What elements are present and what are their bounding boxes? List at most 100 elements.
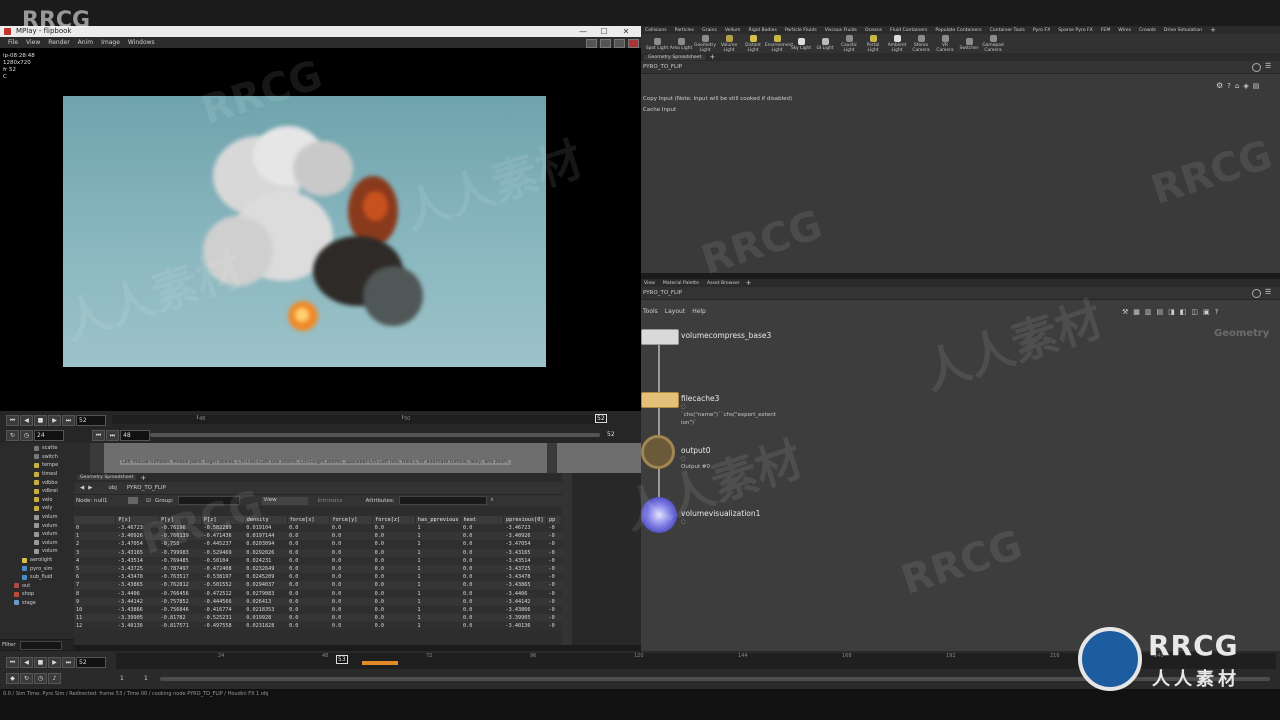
play-button[interactable]: ▶ [48,657,61,668]
range-back-button[interactable]: ⏮ [92,430,105,441]
shelf-tab[interactable]: Sparse Pyro FX [1058,28,1093,33]
shelf-tab[interactable]: Particles [675,28,694,33]
spreadsheet-tab[interactable]: Geometry Spreadsheet [77,475,137,480]
shelf-tab[interactable]: Fluid Containers [890,28,927,33]
table-row[interactable]: 8 -3.4406 -0.766456 -0.472512 0.0279083 0.0 0.… [74,589,562,598]
vr-camera-tool[interactable]: VR Camera [933,34,957,53]
intrinsics-dropdown[interactable]: Intrinsics [318,498,356,504]
last-frame-button[interactable]: ⏭ [62,657,75,668]
table-row[interactable]: 5 -3.43725 -0.787497 -0.472408 0.0232649 0.0 0… [74,564,562,574]
first-frame-button[interactable]: ⏮ [6,415,19,426]
tree-item[interactable]: switch [14,453,90,462]
menu-icon[interactable]: ☰ [1265,62,1271,70]
node-volumecompress[interactable] [641,329,679,345]
minimize-icon[interactable]: — [577,26,589,37]
shelf-tab[interactable]: Collisions [645,28,667,33]
params-icon[interactable]: ▤ [1253,82,1260,90]
play-reverse-button[interactable]: ◀ [20,415,33,426]
range-mid-field[interactable]: 48 [120,430,150,441]
tree-item[interactable]: scatte [14,444,90,453]
range-start-field[interactable]: 1 [120,675,124,682]
table-row[interactable]: 9 -3.44142 -0.757852 -0.444566 0.026413 0.0 0.… [74,597,562,606]
menu-icon[interactable]: ☰ [1265,288,1271,296]
shelf-tab[interactable]: Crowds [1139,28,1156,33]
cache-input-row[interactable]: Cache Input [643,107,676,113]
menu-file[interactable]: File [8,39,18,46]
table-row[interactable]: 1 -3.40926 -0.760139 -0.471436 0.0197144 0.0 0… [74,532,562,541]
menu-tools[interactable]: Tools [643,308,658,315]
table-row[interactable]: 12 -3.40136 -0.817571 -0.497558 0.0231828 0.0… [74,622,562,631]
menu-windows[interactable]: Windows [128,39,155,46]
add-shelf-icon[interactable]: + [1210,26,1216,34]
table-row[interactable]: 10 -3.43866 -0.756846 -0.416774 0.0218353 0.0… [74,605,562,615]
attrib-class-icon[interactable] [128,497,138,504]
shelf-tab[interactable]: Grains [702,28,717,33]
shelf-tab[interactable]: Container Tools [990,28,1025,33]
ambient-light-tool[interactable]: Ambient Light [885,34,909,53]
loop-icon[interactable]: ↻ [20,673,33,684]
mplay-ruler[interactable]: 48 50 [112,415,607,424]
keyframe-icon[interactable]: ◆ [6,673,19,684]
realtime-icon[interactable]: ◷ [20,430,33,441]
play-reverse-button[interactable]: ◀ [20,657,33,668]
shelf-tab[interactable]: Wires [1118,28,1131,33]
settings-icon[interactable] [614,39,625,48]
tree-item[interactable]: tempe [14,461,90,470]
shelf-tab[interactable]: Populate Containers [935,28,981,33]
global-frame-field[interactable]: 52 [76,657,106,668]
close-icon[interactable]: ✕ [620,26,632,37]
filter-input[interactable] [19,640,62,650]
switcher-tool[interactable]: Switcher [957,37,981,51]
shelf-tab[interactable]: FEM [1101,28,1111,33]
badge-icon[interactable]: ◫ [1191,308,1198,316]
shelf-tab[interactable]: Drive Simulation [1164,28,1202,33]
tab-material-palette[interactable]: Material Palette [663,281,699,286]
spreadsheet-table[interactable]: P[x] P[y] P[z] density force[x] force[y]… [74,516,562,631]
layout-icon[interactable]: ▦ [1133,308,1140,316]
info-icon[interactable] [1252,289,1261,298]
add-tab-icon[interactable]: + [709,53,715,61]
caustic-light-tool[interactable]: Caustic Light [837,34,861,53]
node-filecache[interactable] [641,392,679,408]
shelf-tab[interactable]: Particle Fluids [785,28,817,33]
menu-view[interactable]: View [26,39,40,46]
network-path[interactable]: PYRO_TO_FLIP [643,290,682,296]
current-frame-marker[interactable]: 53 [336,655,348,664]
geometry-light-tool[interactable]: Geometry Light [693,34,717,53]
table-row[interactable]: 0 -3.46723 -0.76196 -0.582289 0.019104 0.0 0.0… [74,524,562,533]
shape-icon[interactable]: ◧ [1180,308,1187,316]
shelf-tab[interactable]: Rigid Bodies [748,28,776,33]
pin-icon[interactable]: ◈ [1243,82,1248,90]
gi-light-tool[interactable]: GI Light [813,37,837,51]
shelf-tab[interactable]: Oceans [865,28,882,33]
snapshot-icon[interactable] [586,39,597,48]
play-button[interactable]: ▶ [48,415,61,426]
help-icon[interactable]: ? [1227,82,1231,90]
stop-button[interactable]: ■ [34,657,47,668]
range-start-field-2[interactable]: 1 [144,675,148,682]
view-dropdown[interactable]: View [261,496,308,505]
menu-anim[interactable]: Anim [78,39,93,46]
stereo-camera-tool[interactable]: Stereo Camera [909,34,933,53]
flag-icon[interactable]: ▣ [1203,308,1210,316]
forward-icon[interactable]: ▶ [88,485,92,491]
realtime-icon[interactable]: ◷ [34,673,47,684]
compare-icon[interactable] [600,39,611,48]
stop-button[interactable]: ■ [34,415,47,426]
path-obj[interactable]: obj [108,485,116,491]
sky-light-tool[interactable]: Sky Light [789,37,813,51]
check-icon[interactable]: ☑ [146,498,151,504]
attributes-input[interactable] [398,496,487,505]
list-icon[interactable]: ▤ [1157,308,1164,316]
range-fwd-button[interactable]: ⏭ [106,430,119,441]
lock-icon[interactable]: ⌂ [1235,82,1239,90]
record-icon[interactable] [628,39,639,48]
last-frame-button[interactable]: ⏭ [62,415,75,426]
add-tab-icon[interactable]: + [140,474,146,482]
rendered-image[interactable] [63,96,546,367]
maximize-icon[interactable]: ☐ [598,26,610,37]
info-icon[interactable] [1252,63,1261,72]
color-icon[interactable]: ◨ [1168,308,1175,316]
environment-light-tool[interactable]: Environment Light [765,34,793,53]
group-input[interactable] [177,496,240,505]
